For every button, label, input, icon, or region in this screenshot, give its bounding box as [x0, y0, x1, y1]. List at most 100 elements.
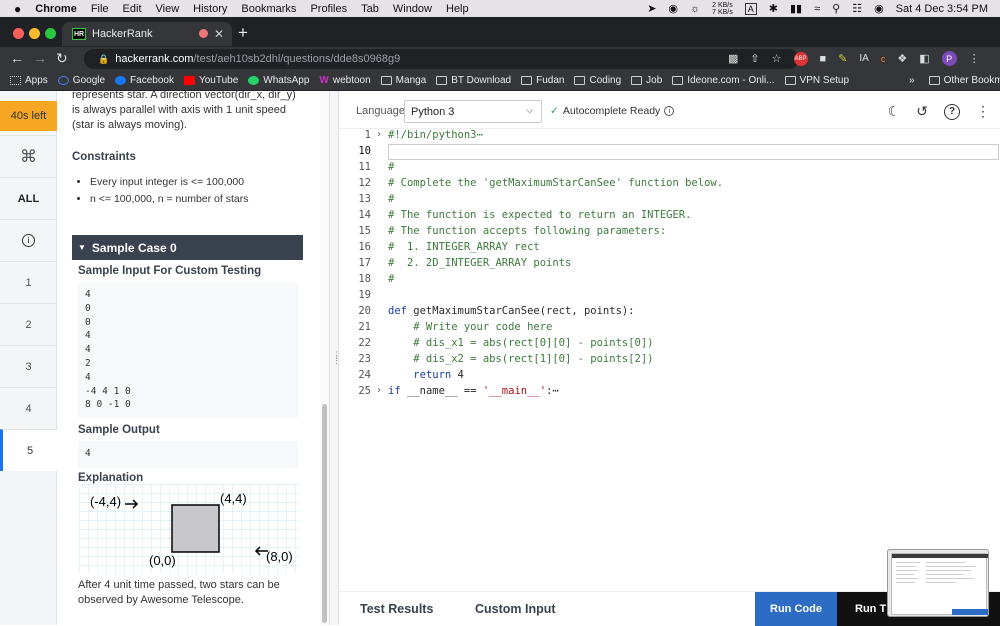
code-line[interactable]: return 4 [388, 369, 464, 381]
code-line[interactable]: # 2. 2D_INTEGER_ARRAY points [388, 257, 571, 269]
bookmark-google[interactable]: Google [57, 75, 105, 86]
bookmark-coding[interactable]: Coding [574, 75, 621, 86]
clock[interactable]: Sat 4 Dec 3:54 PM [896, 3, 988, 15]
app-menu[interactable]: Chrome [35, 3, 77, 15]
rail-question-2[interactable]: 2 [0, 303, 57, 345]
bluetooth-icon[interactable]: ✱ [769, 2, 778, 15]
menu-help[interactable]: Help [446, 3, 469, 15]
bookmark-job[interactable]: Job [631, 75, 662, 86]
grammarly-icon[interactable]: ◉ [668, 2, 678, 15]
close-tab-icon[interactable]: ✕ [214, 27, 224, 41]
menu-profiles[interactable]: Profiles [310, 3, 347, 15]
extension-pen-icon[interactable]: ✎ [838, 52, 847, 65]
location-icon[interactable]: ➤ [647, 2, 656, 15]
tab-custom-input[interactable]: Custom Input [475, 602, 556, 616]
rail-question-1[interactable]: 1 [0, 261, 57, 303]
forward-icon[interactable]: → [33, 50, 47, 66]
extension-ghost-icon[interactable]: ■ [820, 53, 827, 65]
menu-edit[interactable]: Edit [123, 3, 142, 15]
code-line[interactable]: # dis_x2 = abs(rect[1][0] - points[2]) [388, 353, 653, 365]
bookmark-webtoon[interactable]: Wwebtoon [319, 75, 370, 86]
bookmark-manga[interactable]: Manga [380, 75, 426, 86]
rail-all[interactable]: ALL [0, 177, 57, 219]
back-icon[interactable]: ← [10, 50, 24, 66]
extension-ia-icon[interactable]: IA [859, 53, 868, 64]
reload-icon[interactable]: ↻ [56, 50, 68, 67]
apple-icon[interactable]: ● [14, 2, 21, 16]
code-editor[interactable]: 1 › #!/bin/python3⋯ 10 11 #12 # Complete the '… [339, 129, 1000, 565]
siri-icon[interactable]: ◉ [874, 2, 884, 15]
rail-question-4[interactable]: 4 [0, 387, 57, 429]
language-select[interactable]: Python 3 ⌵ [404, 100, 542, 123]
menu-history[interactable]: History [193, 3, 227, 15]
spotlight-icon[interactable]: ⚲ [832, 2, 840, 15]
code-line[interactable]: # Write your code here [388, 321, 552, 333]
address-bar[interactable]: 🔒 hackerrank.com/test/aeh10sb2dhl/questi… [84, 49, 799, 69]
bookmark-fudan[interactable]: Fudan [521, 75, 564, 86]
code-line[interactable]: if __name__ == '__main__':⋯ [388, 385, 559, 397]
code-line[interactable]: # [388, 193, 394, 205]
rail-question-3[interactable]: 3 [0, 345, 57, 387]
rail-info[interactable]: i [0, 219, 57, 261]
bookmark-apps[interactable]: Apps [10, 75, 48, 86]
run-code-button[interactable]: Run Code [755, 592, 837, 626]
code-line[interactable]: def getMaximumStarCanSee(rect, points): [388, 305, 635, 317]
sidebar-icon[interactable]: ◧ [919, 52, 929, 65]
bookmark-facebook[interactable]: Facebook [115, 75, 174, 86]
code-line[interactable]: # 1. INTEGER_ARRAY rect [388, 241, 540, 253]
code-line[interactable]: #!/bin/python3⋯ [388, 129, 483, 141]
browser-tab[interactable]: HR HackerRank ✕ [62, 22, 232, 46]
help-icon[interactable]: ? [944, 103, 960, 120]
wifi-icon[interactable]: ≈ [814, 3, 820, 15]
close-window-dot[interactable] [13, 28, 24, 39]
minimize-window-dot[interactable] [29, 28, 40, 39]
rail-question-5[interactable]: 5 [0, 429, 57, 471]
extensions-puzzle-icon[interactable]: ❖ [897, 52, 907, 65]
autocomplete-status[interactable]: ✓ Autocomplete Ready i [550, 105, 675, 117]
input-source-badge[interactable]: A [744, 2, 757, 15]
theme-moon-icon[interactable]: ☾ [888, 103, 901, 120]
bookmark-whatsapp[interactable]: WhatsApp [248, 75, 309, 86]
profile-avatar[interactable]: P [941, 51, 957, 66]
more-options-icon[interactable]: ⋮ [976, 103, 990, 120]
menu-view[interactable]: View [156, 3, 180, 15]
menu-file[interactable]: File [91, 3, 109, 15]
camera-icon[interactable]: ▩ [728, 52, 738, 65]
bookmarks-overflow[interactable]: » [909, 75, 915, 86]
bookmark-vpn-setup[interactable]: VPN Setup [784, 75, 849, 86]
sample-case-header[interactable]: ▼ Sample Case 0 [72, 235, 303, 260]
menu-window[interactable]: Window [393, 3, 432, 15]
zoom-window-dot[interactable] [45, 28, 56, 39]
bookmark-label: Job [646, 75, 663, 86]
other-bookmarks[interactable]: Other Bookmarks [928, 75, 1000, 86]
menu-tab[interactable]: Tab [361, 3, 379, 15]
new-tab-icon[interactable]: + [238, 23, 248, 43]
problem-scrollbar[interactable] [322, 404, 327, 623]
chrome-menu-icon[interactable]: ⋮ [969, 52, 980, 65]
bookmark-bt-download[interactable]: BT Download [436, 75, 511, 86]
code-line[interactable]: # Complete the 'getMaximumStarCanSee' fu… [388, 177, 723, 189]
brightness-icon[interactable]: ☼ [690, 3, 700, 15]
tab-test-results[interactable]: Test Results [360, 602, 433, 616]
bookmark-ideone[interactable]: Ideone.com - Onli... [672, 75, 775, 86]
code-line[interactable]: # [388, 161, 394, 173]
share-icon[interactable]: ⇧ [750, 52, 759, 65]
menu-bookmarks[interactable]: Bookmarks [241, 3, 296, 15]
bookmark-youtube[interactable]: YouTube [183, 75, 238, 86]
extension-c-icon[interactable]: c [881, 54, 886, 64]
history-icon[interactable]: ↺ [916, 103, 928, 120]
code-line[interactable]: # dis_x1 = abs(rect[0][0] - points[0]) [388, 337, 653, 349]
control-center-icon[interactable]: ☷ [852, 2, 862, 15]
code-line[interactable]: # The function is expected to return an … [388, 209, 691, 221]
screenshot-thumbnail[interactable] [887, 549, 989, 617]
fold-chevron-icon[interactable]: › [376, 385, 382, 396]
code-line[interactable]: # [388, 273, 394, 285]
pane-resize-handle[interactable]: ⋮ ⋮ [329, 91, 341, 625]
battery-icon[interactable]: ▮▮ [790, 2, 802, 15]
adblock-icon[interactable]: ABP [793, 51, 808, 66]
problem-statement: represents star. A direction vector(dir_… [57, 91, 322, 625]
star-bookmark-icon[interactable]: ☆ [772, 52, 782, 65]
shortcut-icon[interactable]: ⌘ [0, 135, 57, 177]
code-line[interactable]: # The function accepts following paramet… [388, 225, 666, 237]
fold-chevron-icon[interactable]: › [376, 129, 382, 140]
